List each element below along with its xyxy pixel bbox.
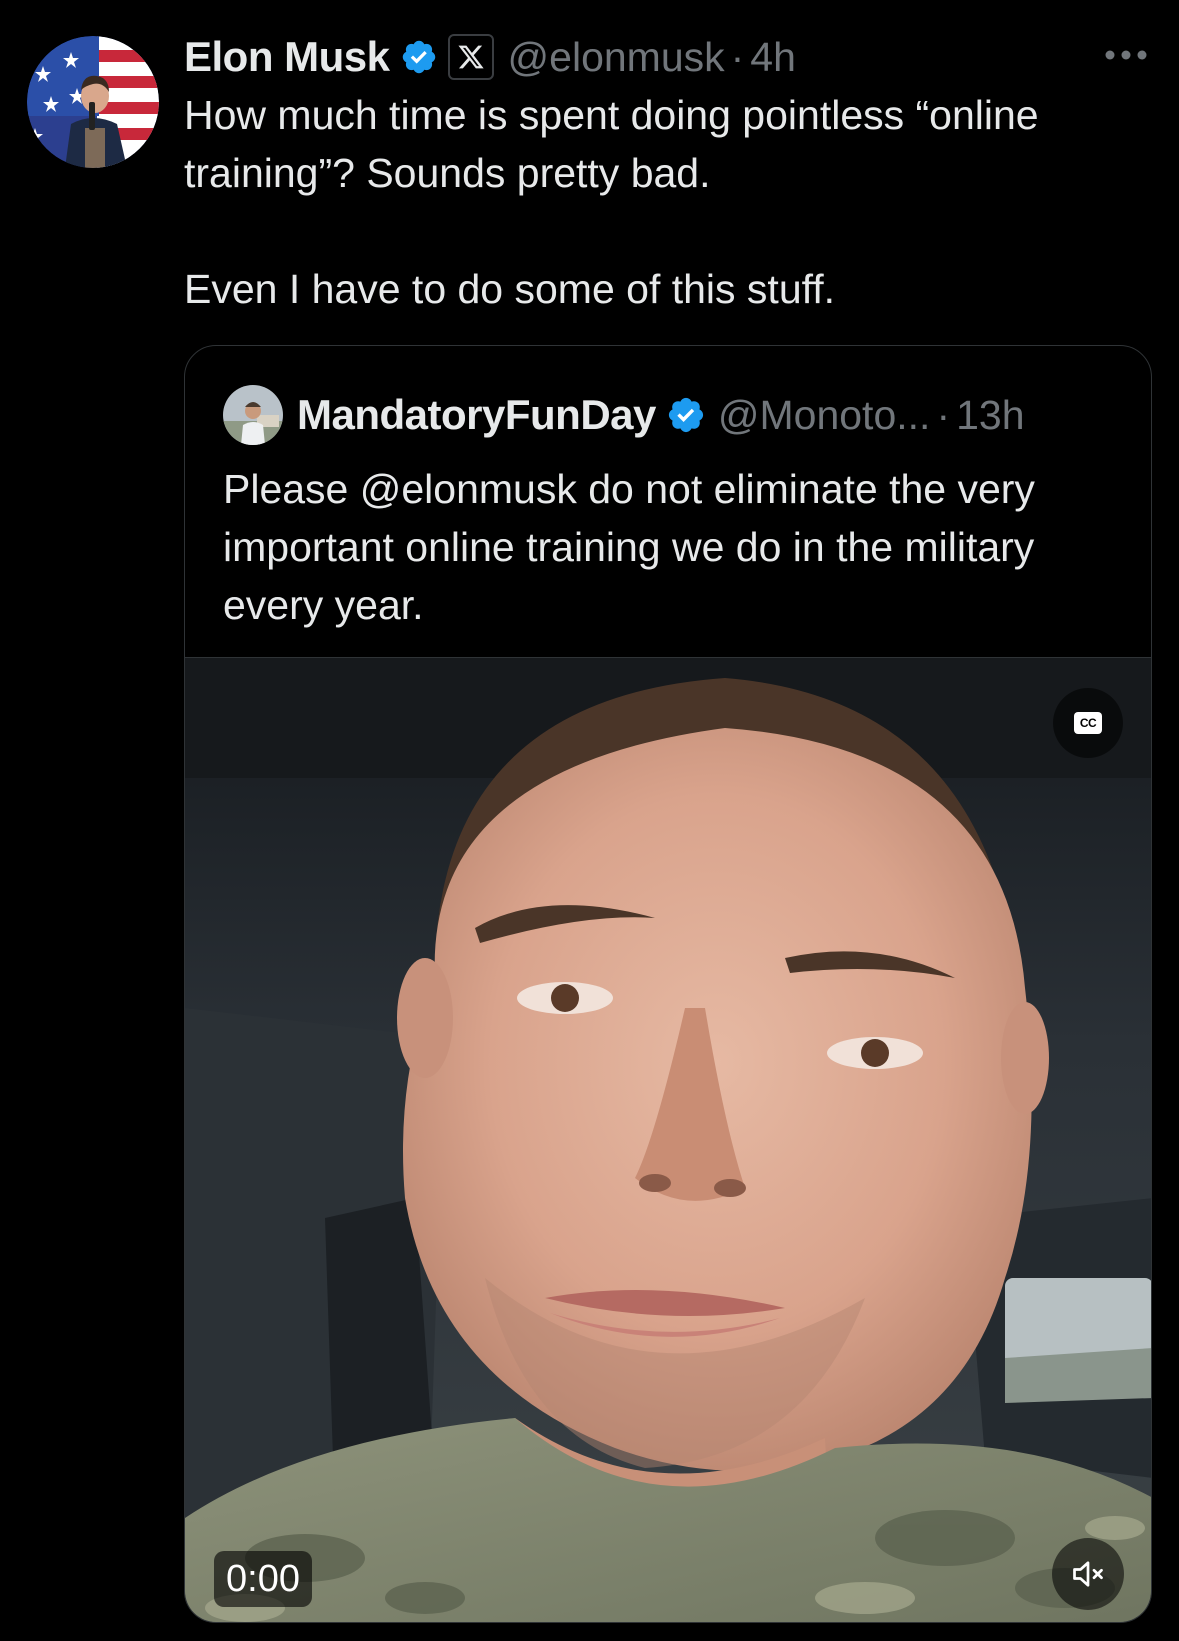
cc-label: CC [1074,712,1102,734]
tweet-time[interactable]: 4h [750,34,796,81]
quoted-author-name[interactable]: MandatoryFunDay [297,391,656,439]
tweet: Elon Musk @elonmusk · 4h How much time i… [0,0,1179,1641]
author-avatar[interactable] [27,36,159,168]
closed-captions-icon[interactable]: CC [1053,688,1123,758]
video-timer: 0:00 [214,1551,312,1607]
video-frame [185,658,1151,1622]
verified-badge-icon[interactable] [666,395,706,435]
quoted-tweet-text: Please @elonmusk do not eliminate the ve… [223,466,1035,628]
quoted-author-avatar [223,385,283,445]
quoted-tweet[interactable]: MandatoryFunDay @Monoto... · 13h Please … [184,345,1152,1623]
tweet-header: Elon Musk @elonmusk · 4h [184,30,796,84]
author-name[interactable]: Elon Musk [184,33,390,81]
x-logo-icon[interactable] [447,34,494,80]
more-options-icon[interactable] [1104,48,1148,62]
tweet-text: How much time is spent doing pointless “… [184,92,1039,312]
separator-dot: · [936,391,951,438]
avatar-image [27,36,159,168]
separator-dot: · [730,33,745,80]
verified-badge-icon[interactable] [400,38,438,76]
quoted-tweet-header: MandatoryFunDay @Monoto... · 13h [223,384,1025,446]
video-player[interactable]: CC 0:00 [185,657,1151,1622]
quoted-author-handle[interactable]: @Monoto... [718,392,931,439]
author-handle[interactable]: @elonmusk [508,34,725,81]
quoted-tweet-time[interactable]: 13h [956,392,1024,439]
volume-muted-icon[interactable] [1052,1538,1124,1610]
